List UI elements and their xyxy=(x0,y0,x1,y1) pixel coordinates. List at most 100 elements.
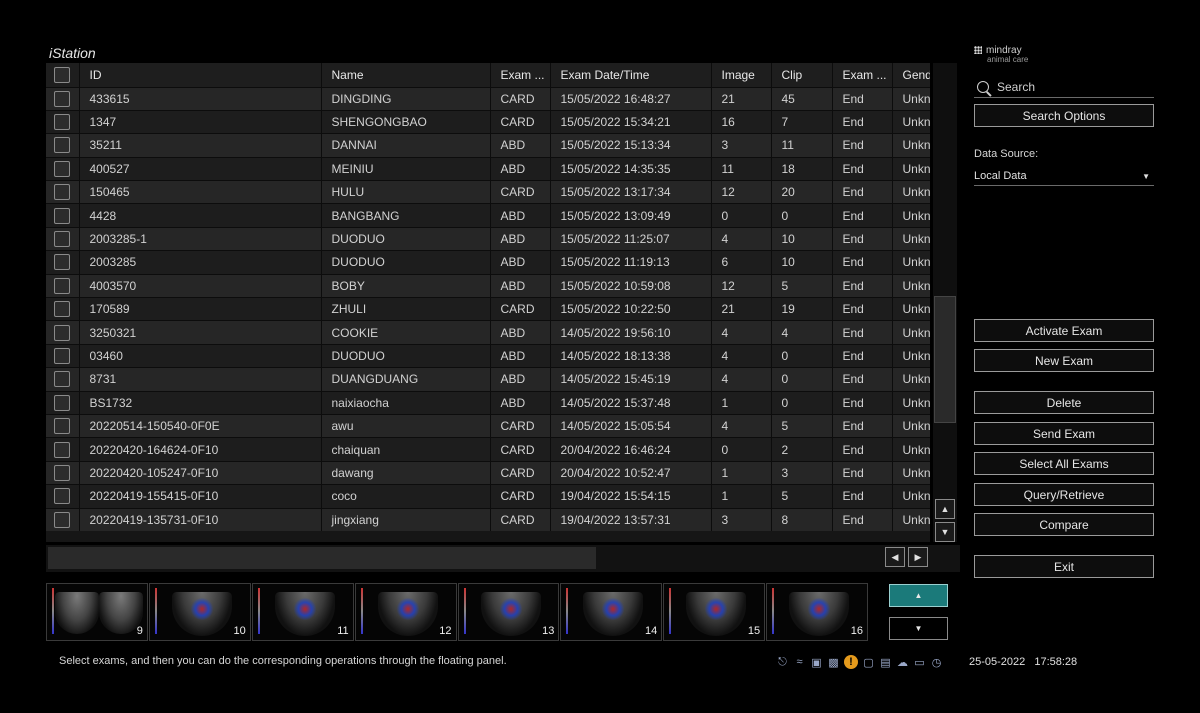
column-header-exam-status[interactable]: Exam ... xyxy=(832,63,893,87)
image-thumbnail[interactable]: 13 xyxy=(457,583,560,641)
cell-exam-status: End xyxy=(832,367,893,392)
row-checkbox[interactable] xyxy=(46,320,80,345)
delete-button[interactable]: Delete xyxy=(974,391,1154,414)
warning-icon[interactable]: ! xyxy=(844,655,858,669)
scroll-right-button[interactable]: ▶ xyxy=(908,547,928,567)
horizontal-scrollbar[interactable]: ◀ ▶ xyxy=(46,545,960,572)
table-row[interactable]: 20220420-105247-0F10 dawang CARD 20/04/2022… xyxy=(46,460,930,485)
vertical-scroll-thumb[interactable] xyxy=(934,296,956,423)
activate-exam-button[interactable]: Activate Exam xyxy=(974,319,1154,342)
row-checkbox[interactable] xyxy=(46,390,80,415)
search-box[interactable] xyxy=(974,76,1154,98)
row-checkbox[interactable] xyxy=(46,133,80,158)
thumbnail-number: 15 xyxy=(747,625,761,637)
column-header-image[interactable]: Image xyxy=(711,63,772,87)
table-row[interactable]: BS1732 naixiaocha ABD 14/05/2022 15:37:48 1 0… xyxy=(46,390,930,415)
table-row[interactable]: 3250321 COOKIE ABD 14/05/2022 19:56:10 4 4 End… xyxy=(46,320,930,345)
table-row[interactable]: 8731 DUANGDUANG ABD 14/05/2022 15:45:19 4 0 En… xyxy=(46,367,930,392)
table-row[interactable]: 35211 DANNAI ABD 15/05/2022 15:13:34 3 11 End U… xyxy=(46,133,930,158)
vertical-scrollbar[interactable]: ▲ ▼ xyxy=(933,63,957,542)
image-thumbnail[interactable]: 10 xyxy=(148,583,251,641)
cell-name: coco xyxy=(321,484,491,509)
terminal-icon[interactable]: ▭ xyxy=(913,656,926,669)
image-thumbnail[interactable]: 14 xyxy=(560,583,663,641)
table-row[interactable]: 2003285-1 DUODUO ABD 15/05/2022 11:25:07 4 10… xyxy=(46,226,930,251)
print-icon[interactable]: ▤ xyxy=(879,656,892,669)
scroll-up-button[interactable]: ▲ xyxy=(935,499,955,519)
search-options-button[interactable]: Search Options xyxy=(974,104,1154,127)
image-thumbnail[interactable]: 15 xyxy=(663,583,766,641)
usb-icon[interactable]: ⎋ xyxy=(776,656,789,669)
exit-button[interactable]: Exit xyxy=(974,555,1154,578)
cell-exam-status: End xyxy=(832,250,893,275)
row-checkbox[interactable] xyxy=(46,460,80,485)
status-time: 17:58:28 xyxy=(1034,656,1078,668)
row-checkbox[interactable] xyxy=(46,86,80,111)
row-checkbox[interactable] xyxy=(46,413,80,438)
row-checkbox[interactable] xyxy=(46,297,80,321)
row-checkbox[interactable] xyxy=(46,180,80,204)
table-row[interactable]: 2003285 DUODUO ABD 15/05/2022 11:19:13 6 10 En… xyxy=(46,250,930,275)
network-icon[interactable]: ▩ xyxy=(827,656,840,669)
row-checkbox[interactable] xyxy=(46,343,80,368)
send-exam-button[interactable]: Send Exam xyxy=(974,422,1154,445)
table-row[interactable]: 4428 BANGBANG ABD 15/05/2022 13:09:49 0 0 End U… xyxy=(46,203,930,228)
row-checkbox[interactable] xyxy=(46,273,80,298)
cloud-icon[interactable]: ☁ xyxy=(896,656,909,669)
row-checkbox[interactable] xyxy=(46,226,80,251)
image-thumbnail[interactable]: 16 xyxy=(766,583,868,641)
cell-exam-status: End xyxy=(832,86,893,111)
thumbnail-page-up-button[interactable]: ▲ xyxy=(889,584,948,607)
table-row[interactable]: 150465 HULU CARD 15/05/2022 13:17:34 12 20 End… xyxy=(46,180,930,204)
table-row[interactable]: 170589 ZHULI CARD 15/05/2022 10:22:50 21 19 En… xyxy=(46,297,930,321)
cell-exam-datetime: 14/05/2022 15:37:48 xyxy=(550,390,712,415)
column-header-gender[interactable]: Gend xyxy=(892,63,930,87)
column-header-clip[interactable]: Clip xyxy=(771,63,833,87)
row-checkbox[interactable] xyxy=(46,250,80,275)
row-checkbox[interactable] xyxy=(46,156,80,181)
row-checkbox[interactable] xyxy=(46,203,80,228)
table-row[interactable]: 400527 MEINIU ABD 15/05/2022 14:35:35 11 18 En… xyxy=(46,156,930,181)
search-input[interactable] xyxy=(997,79,1147,94)
column-header-name[interactable]: Name xyxy=(321,63,491,87)
cell-image: 6 xyxy=(711,250,772,275)
column-header-exam-datetime[interactable]: Exam Date/Time xyxy=(550,63,712,87)
new-exam-button[interactable]: New Exam xyxy=(974,349,1154,372)
table-row[interactable]: 4003570 BOBY ABD 15/05/2022 10:59:08 12 5 End U… xyxy=(46,273,930,298)
image-thumbnail[interactable]: 12 xyxy=(354,583,457,641)
table-row[interactable]: 20220514-150540-0F0E awu CARD 14/05/2022 15… xyxy=(46,413,930,438)
table-row[interactable]: 20220419-155415-0F10 coco CARD 19/04/2022 1… xyxy=(46,484,930,509)
table-row[interactable]: 20220419-135731-0F10 jingxiang CARD 19/04/2… xyxy=(46,507,930,532)
row-checkbox[interactable] xyxy=(46,507,80,532)
image-thumbnail[interactable]: 9 xyxy=(46,583,148,641)
cell-gender: Unkn xyxy=(892,203,930,228)
thumbnail-page-down-button[interactable]: ▼ xyxy=(889,617,948,640)
scroll-down-button[interactable]: ▼ xyxy=(935,522,955,542)
data-source-select[interactable]: Local Data ▼ xyxy=(974,167,1154,186)
wifi-icon[interactable]: ≈ xyxy=(793,656,806,669)
table-row[interactable]: 20220420-164624-0F10 chaiquan CARD 20/04/20… xyxy=(46,437,930,462)
cell-exam-datetime: 14/05/2022 18:13:38 xyxy=(550,343,712,368)
row-checkbox[interactable] xyxy=(46,437,80,462)
select-all-exams-button[interactable]: Select All Exams xyxy=(974,452,1154,475)
row-checkbox[interactable] xyxy=(46,367,80,392)
table-row[interactable]: 03460 DUODUO ABD 14/05/2022 18:13:38 4 0 End Un… xyxy=(46,343,930,368)
compare-button[interactable]: Compare xyxy=(974,513,1154,536)
query-retrieve-button[interactable]: Query/Retrieve xyxy=(974,483,1154,506)
column-header-exam-type[interactable]: Exam ... xyxy=(490,63,551,87)
cell-id: 3250321 xyxy=(79,320,322,345)
image-thumbnail[interactable]: 11 xyxy=(251,583,354,641)
trash-icon[interactable]: ▢ xyxy=(862,656,875,669)
table-row[interactable]: 433615 DINGDING CARD 15/05/2022 16:48:27 21 4… xyxy=(46,86,930,111)
table-row[interactable]: 1347 SHENGONGBAO CARD 15/05/2022 15:34:21 16… xyxy=(46,109,930,134)
cell-image: 1 xyxy=(711,390,772,415)
scroll-left-button[interactable]: ◀ xyxy=(885,547,905,567)
column-header-id[interactable]: ID xyxy=(79,63,322,87)
horizontal-scroll-thumb[interactable] xyxy=(48,547,596,569)
select-all-checkbox[interactable] xyxy=(46,63,80,87)
storage-icon[interactable]: ▣ xyxy=(810,656,823,669)
cell-exam-type: ABD xyxy=(490,320,551,345)
cell-id: 150465 xyxy=(79,180,322,204)
row-checkbox[interactable] xyxy=(46,484,80,509)
row-checkbox[interactable] xyxy=(46,109,80,134)
